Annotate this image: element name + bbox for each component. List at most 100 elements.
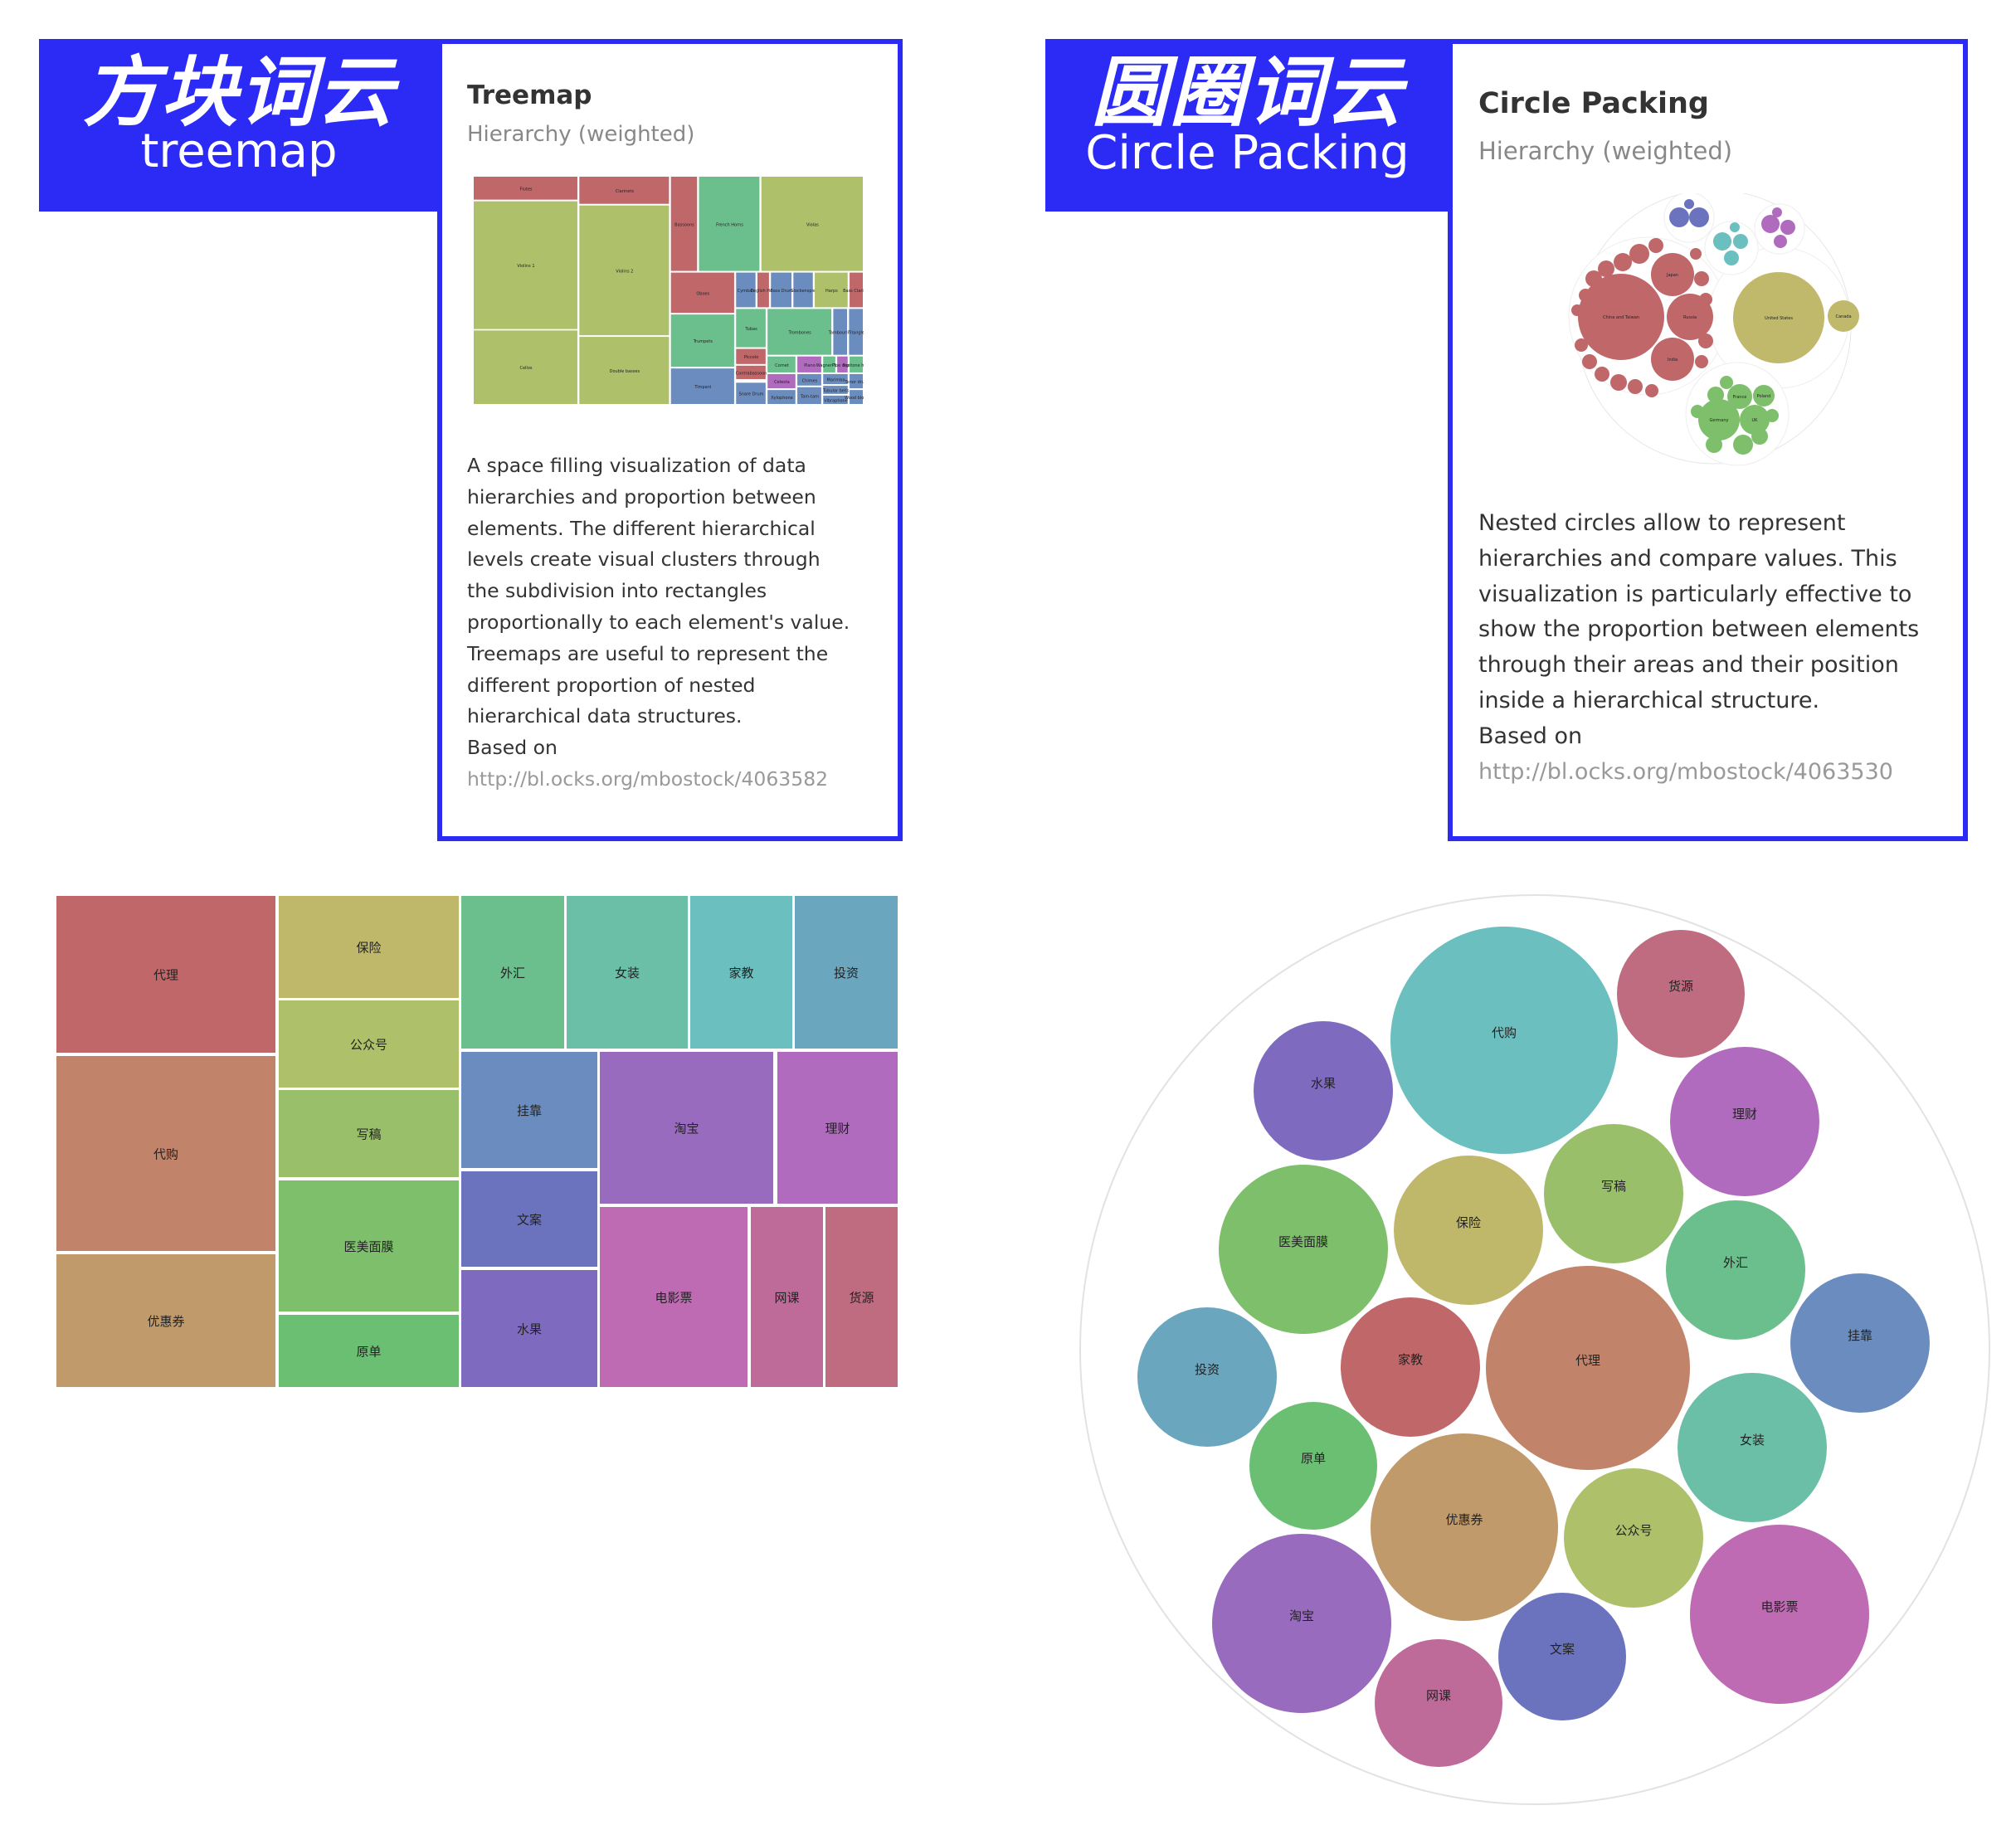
treemap-cell-label: 水果 [517, 1322, 542, 1337]
circle-card: Circle Packing Hierarchy (weighted) Chin… [1448, 39, 1968, 841]
thumbnail-circle-label: UK [1752, 418, 1759, 423]
packed-circle-label: 代理 [1575, 1353, 1600, 1368]
packed-circle [1498, 1593, 1626, 1720]
thumbnail-circle-label: Germany [1710, 418, 1729, 423]
thumbnail-circle [1628, 379, 1643, 394]
thumbnail-circle [1614, 253, 1632, 271]
packed-circle [1670, 1047, 1819, 1196]
packed-circle-label: 货源 [1668, 979, 1693, 994]
thumbnail-circle-label: Canada [1835, 314, 1851, 319]
circle-description: Nested circles allow to represent hierarc… [1478, 506, 1919, 790]
thumbnail-circle [1695, 355, 1708, 368]
packed-circle-label: 网课 [1426, 1688, 1451, 1703]
packed-circle-label: 原单 [1301, 1451, 1326, 1466]
packed-circle [1678, 1373, 1827, 1522]
packed-circle [1564, 1468, 1703, 1608]
thumbnail-circle [1684, 199, 1694, 209]
packed-circle-label: 淘宝 [1289, 1608, 1314, 1623]
description-line: visualization is particularly effective … [1478, 581, 1912, 607]
packed-circle [1371, 1433, 1558, 1621]
packed-circle [1394, 1156, 1543, 1305]
packed-circle [1212, 1534, 1391, 1713]
thumbnail-circle-label: China and Taiwan [1603, 315, 1639, 320]
packed-circle-label: 优惠券 [1445, 1512, 1483, 1527]
thumbnail-circle-label: India [1668, 358, 1678, 363]
description-line: inside a hierarchical structure. [1478, 687, 1820, 713]
packed-circle-label: 家教 [1398, 1352, 1423, 1367]
source-link[interactable]: http://bl.ocks.org/mbostock/4063530 [1478, 755, 1919, 791]
treemap-cell-label: 代购 [153, 1147, 178, 1162]
treemap-chart: 代理代购优惠券 保险公众号写稿医美面膜原单 外汇 女装 家教 投资挂靠文案水果 淘宝 理财电影… [56, 896, 898, 1387]
circle-thumbnail: China and Taiwan Russia Japan India United S… [1568, 193, 1859, 466]
thumbnail-circle [1694, 271, 1709, 286]
packed-circle [1249, 1402, 1377, 1530]
packed-circle-label: 保险 [1456, 1215, 1481, 1230]
thumbnail-circle [1730, 222, 1740, 232]
thumbnail-circle [1733, 234, 1748, 249]
packed-circle [1544, 1124, 1683, 1263]
thumbnail-circle [1595, 367, 1609, 382]
packed-circle [1254, 1021, 1393, 1161]
packed-circle-label: 电影票 [1760, 1599, 1798, 1614]
packed-circle-label: 代购 [1492, 1025, 1517, 1040]
treemap-cell-label: 外汇 [500, 966, 525, 981]
thumbnail-circle [1761, 215, 1780, 233]
thumbnail-circle-label: Japan [1666, 273, 1678, 278]
circle-subtitle: Hierarchy (weighted) [1478, 137, 1733, 165]
thumbnail-circle [1720, 376, 1733, 389]
thumbnail-circle [1689, 207, 1709, 227]
thumbnail-circle-label: Russia [1683, 315, 1697, 320]
packed-circle-label: 水果 [1311, 1076, 1336, 1091]
treemap-cell-label: 挂靠 [517, 1103, 542, 1118]
packed-circle-label: 医美面膜 [1278, 1234, 1328, 1249]
treemap-cell-label: 文案 [517, 1213, 542, 1228]
description-line: show the proportion between elements [1478, 616, 1920, 643]
packed-circle [1666, 1200, 1805, 1340]
thumbnail-circle [1733, 435, 1753, 455]
thumbnail-circle [1780, 220, 1795, 235]
treemap-cell-label: 公众号 [350, 1038, 387, 1053]
packed-circle-label: 外汇 [1723, 1255, 1748, 1270]
thumbnail-circle [1690, 248, 1702, 260]
treemap-cell-label: 女装 [615, 966, 640, 981]
circle-packing-chart: 代购 货源水果理财写稿保险医美面膜外汇挂靠投资 家教 代理女装原单优惠券公众号淘宝 电影… [1079, 894, 1990, 1805]
treemap-cell-label: 电影票 [655, 1291, 692, 1306]
treemap-cell-label: 优惠券 [147, 1314, 184, 1329]
packed-circle-label: 写稿 [1601, 1179, 1626, 1194]
treemap-cell-label: 保险 [356, 941, 381, 956]
thumbnail-circle-label: France [1733, 395, 1747, 400]
description-line: through their areas and their position [1478, 652, 1899, 679]
circle-title: Circle Packing [1478, 87, 1709, 120]
treemap-cell-label: 家教 [728, 966, 753, 981]
circle-header-zh: 圆圈词云 [1091, 48, 1404, 137]
packed-circle [1690, 1525, 1869, 1704]
thumbnail-circle [1669, 207, 1689, 227]
based-on-label: Based on [1478, 723, 1583, 749]
thumbnail-circle [1598, 260, 1614, 277]
thumbnail-circle [1772, 207, 1782, 217]
treemap-cell-label: 淘宝 [674, 1122, 699, 1136]
treemap-cell-label: 写稿 [356, 1127, 381, 1142]
thumbnail-circle [1645, 384, 1658, 397]
packed-circle-label: 投资 [1195, 1362, 1220, 1377]
packed-circle [1790, 1273, 1930, 1413]
packed-circle-label: 文案 [1550, 1642, 1575, 1657]
packed-circle [1486, 1266, 1690, 1470]
thumbnail-circle [1648, 238, 1663, 253]
description-line: Nested circles allow to represent [1478, 510, 1846, 536]
packed-circle-label: 挂靠 [1848, 1328, 1872, 1343]
packed-circle [1390, 927, 1618, 1154]
packed-circle [1375, 1639, 1502, 1767]
thumbnail-circle [1610, 374, 1627, 391]
thumbnail-circle [1629, 244, 1649, 264]
packed-circle-label: 公众号 [1614, 1523, 1652, 1538]
description-line: hierarchies and compare values. This [1478, 545, 1897, 572]
treemap-cell-label: 网课 [774, 1291, 799, 1306]
treemap-cell-label: 货源 [849, 1291, 874, 1306]
thumbnail-circle [1713, 232, 1731, 251]
treemap-cell-label: 理财 [825, 1122, 850, 1136]
packed-circle [1137, 1307, 1277, 1447]
treemap-cell-label: 代理 [153, 968, 178, 983]
packed-circle-label: 女装 [1740, 1433, 1765, 1448]
treemap-cell-label: 投资 [834, 966, 859, 981]
